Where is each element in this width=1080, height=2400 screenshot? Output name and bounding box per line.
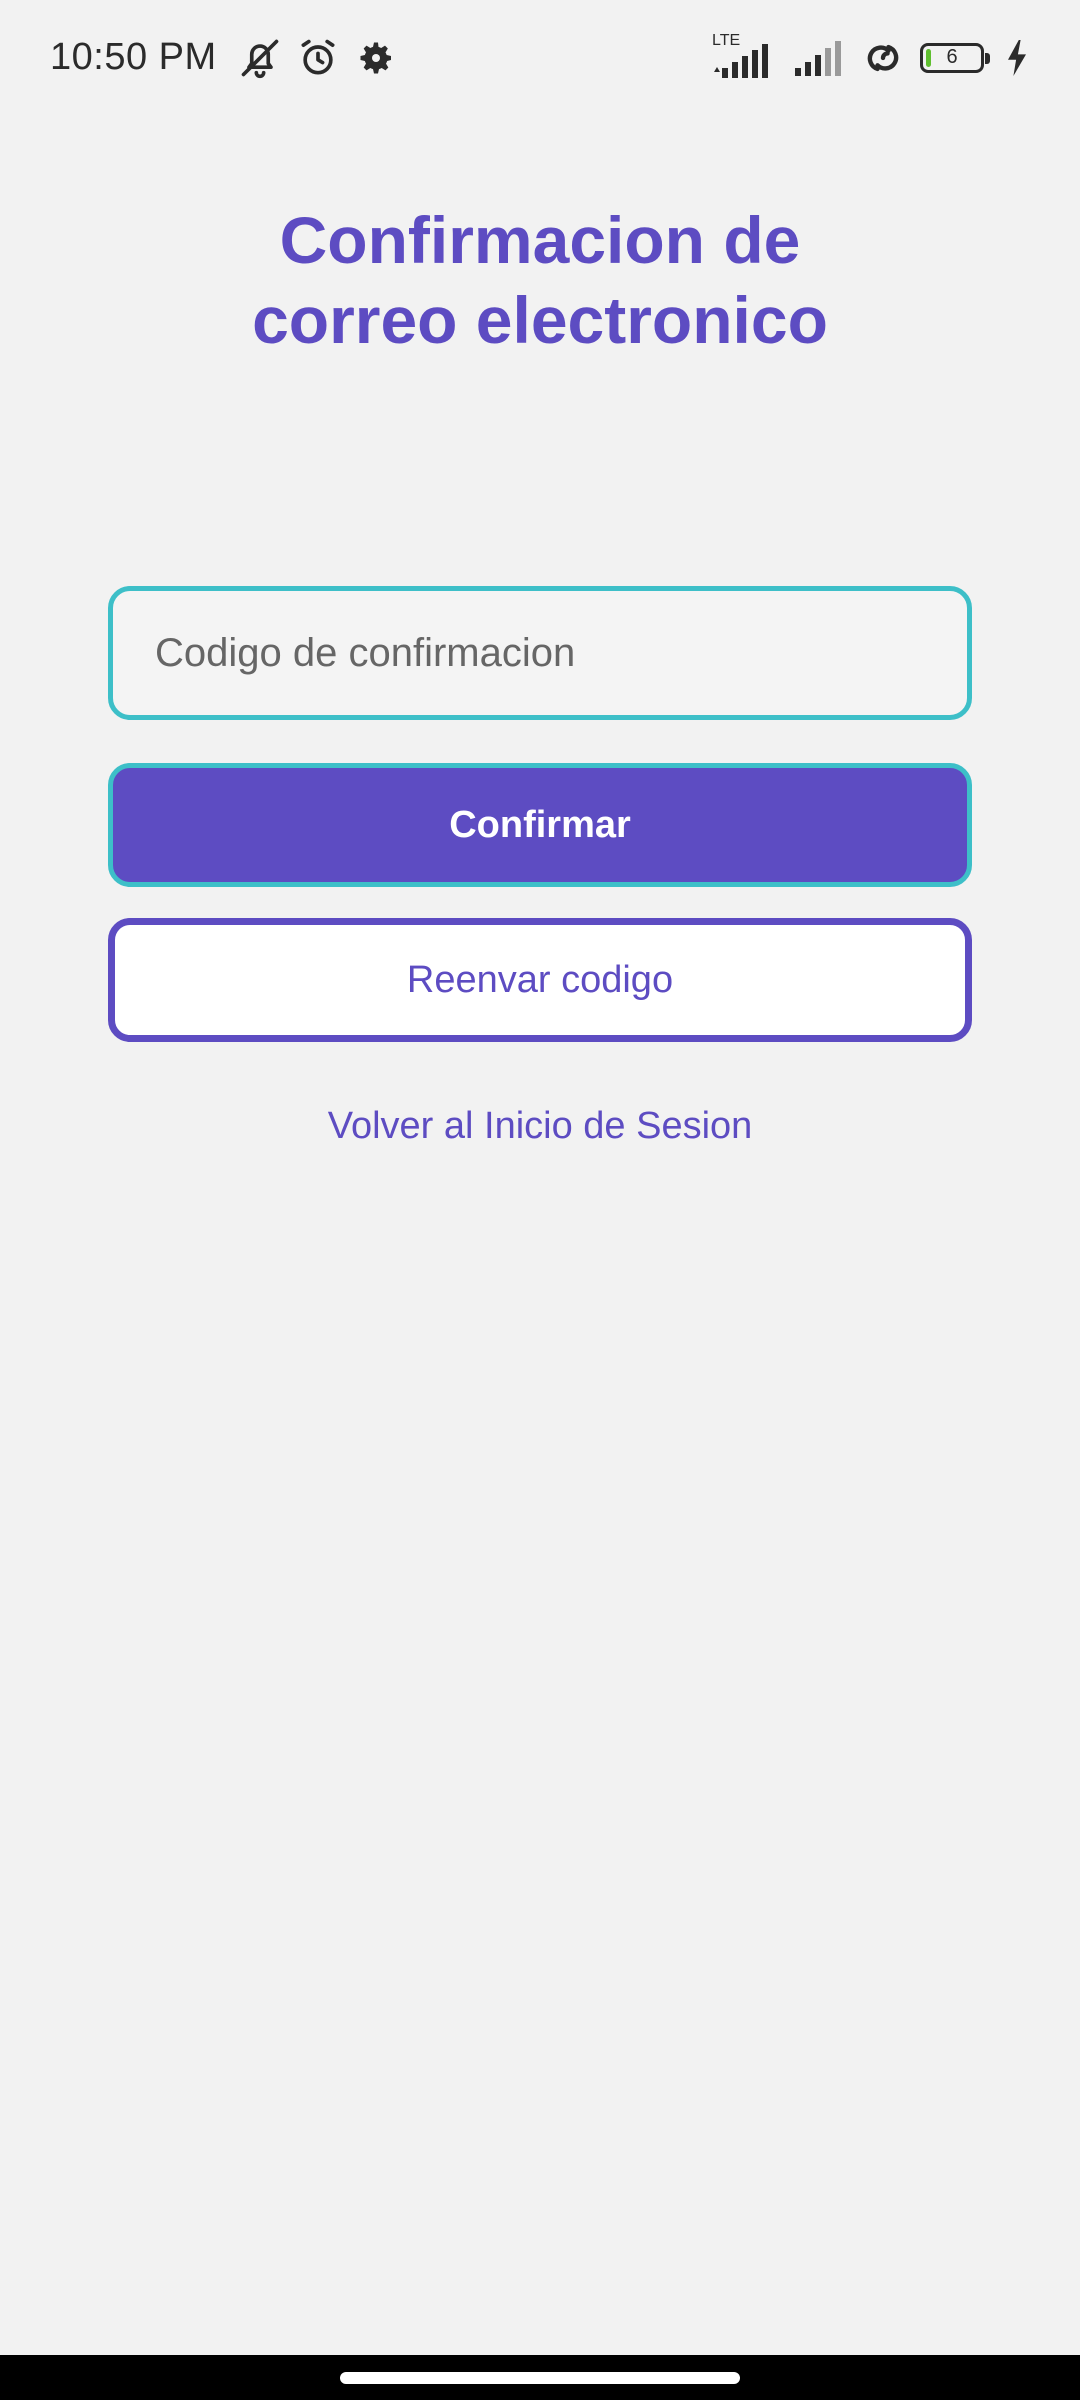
alarm-icon (295, 35, 341, 81)
battery-level: 6 (946, 46, 958, 68)
settings-gear-icon (353, 35, 399, 81)
system-nav-bar (0, 2355, 1080, 2400)
resend-code-button[interactable]: Reenvar codigo (108, 918, 972, 1042)
back-to-login-link[interactable]: Volver al Inicio de Sesion (0, 1098, 1080, 1154)
confirmation-code-input[interactable] (108, 586, 972, 720)
status-bar: 10:50 PM LTE 6 (0, 0, 1080, 115)
resend-code-button-label: Reenvar codigo (406, 958, 674, 1001)
battery-fill (926, 48, 931, 67)
charging-bolt-icon (1004, 35, 1030, 81)
status-time: 10:50 PM (50, 36, 217, 78)
hotspot-link-icon (860, 35, 906, 81)
screen: 10:50 PM LTE 6 Confirmacion de correo el… (0, 0, 1080, 2400)
battery-icon: 6 (920, 42, 990, 73)
confirm-button-label: Confirmar (449, 803, 631, 846)
confirm-button[interactable]: Confirmar (108, 763, 972, 887)
mute-icon (237, 35, 283, 81)
page-title: Confirmacion de correo electronico (0, 200, 1080, 360)
home-indicator[interactable] (340, 2371, 740, 2384)
status-right: LTE 6 (712, 32, 1030, 81)
lte-signal-icon: LTE (712, 32, 778, 78)
page-title-line-2: correo electronico (252, 283, 828, 357)
page-title-line-1: Confirmacion de (279, 203, 801, 277)
signal-icon (792, 35, 846, 81)
status-left: 10:50 PM (50, 35, 399, 81)
lte-label: LTE (712, 31, 741, 49)
